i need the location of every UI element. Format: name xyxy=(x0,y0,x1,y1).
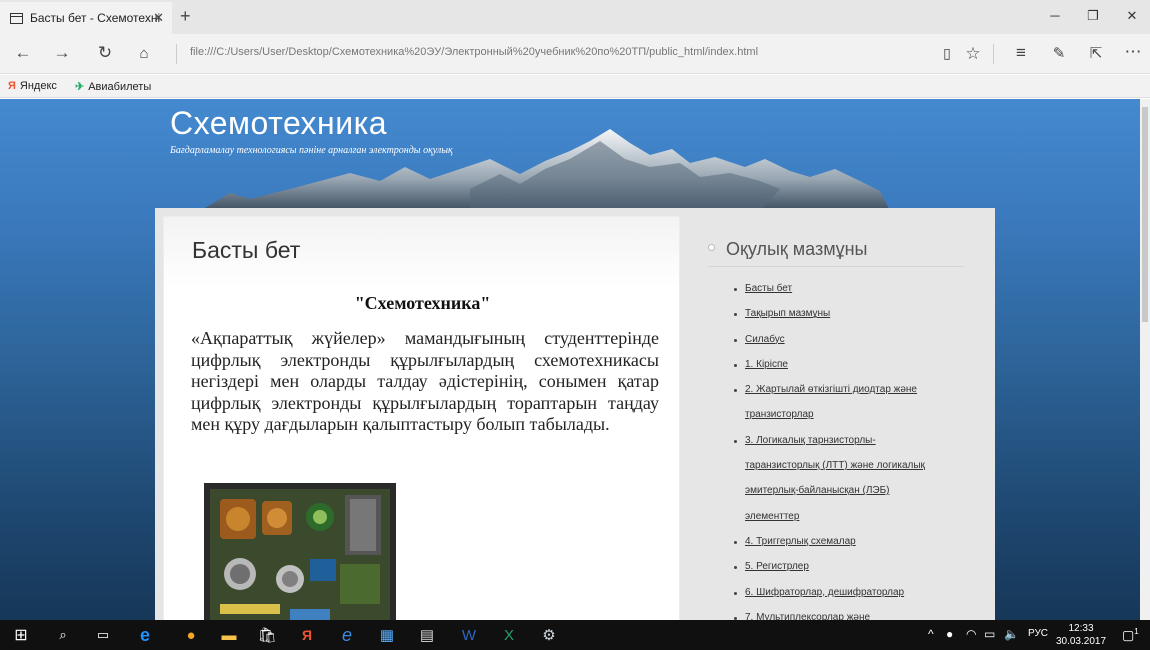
tab-bar: Басты бет - Схемотехні ✕ + ─ ❐ ✕ xyxy=(0,0,1150,34)
main-content: Басты бет "Схемотехника" «Ақпараттық жүй… xyxy=(163,216,680,620)
favorite-star-icon[interactable]: ☆ xyxy=(962,44,984,64)
circuit-board-image xyxy=(204,483,396,620)
toc-link[interactable]: 4. Триггерлық схемалар xyxy=(745,536,856,547)
toc-item[interactable]: 3. Логикалық тарнзисторлы-таранзисторлық… xyxy=(732,428,964,529)
site-subtitle: Бағдарламалау технологиясы пәніне арналғ… xyxy=(170,145,453,156)
clock-time: 12:33 xyxy=(1068,623,1094,634)
store-icon[interactable]: 🛍 xyxy=(256,625,278,645)
toc-link[interactable]: эмитерлық-байланысқан (ЛЭБ) xyxy=(745,485,890,496)
intro-paragraph: «Ақпараттық жүйелер» мамандығының студен… xyxy=(191,328,659,434)
tray-app-icon[interactable]: ● xyxy=(946,627,953,641)
paint-icon[interactable]: ▦ xyxy=(376,625,398,645)
yandex-browser-icon[interactable]: Я xyxy=(296,625,318,645)
browser-window: Басты бет - Схемотехні ✕ + ─ ❐ ✕ ← → ↻ ⌂… xyxy=(0,0,1150,650)
reading-view-icon[interactable]: ▯ xyxy=(936,45,958,62)
notifications-icon[interactable]: ▢1 xyxy=(1122,627,1139,643)
favorite-avia[interactable]: ✈ Авиабилеты xyxy=(75,80,152,94)
wifi-icon[interactable]: ◠ xyxy=(966,627,976,641)
clock[interactable]: 12:33 30.03.2017 xyxy=(1055,620,1107,650)
sidebar-title: Оқулық мазмұны xyxy=(726,239,868,259)
toc-link[interactable]: транзисторлар xyxy=(745,409,814,420)
toc-item[interactable]: 6. Шифраторлар, дешифраторлар xyxy=(732,580,964,605)
toc-link[interactable]: 2. Жартылай өткізгішті диодтар және xyxy=(745,384,917,395)
tab-close-icon[interactable]: ✕ xyxy=(153,10,164,26)
toc-item[interactable]: 5. Регистрлер xyxy=(732,554,964,579)
document-heading: "Схемотехника" xyxy=(354,293,491,313)
restore-icon[interactable]: ❐ xyxy=(1083,8,1103,24)
toc-link[interactable]: 7. Мультиплексорлар және xyxy=(745,612,870,620)
toc-item[interactable]: 2. Жартылай өткізгішті диодтар және транз… xyxy=(732,377,964,428)
toc-item[interactable]: 4. Триггерлық схемалар xyxy=(732,529,964,554)
favorite-label: Яндекс xyxy=(19,80,57,92)
task-view-icon[interactable]: ▭ xyxy=(92,625,114,645)
page-viewport: Схемотехника Бағдарламалау технологиясы … xyxy=(0,99,1140,620)
toc-link[interactable]: 6. Шифраторлар, дешифраторлар xyxy=(745,587,904,598)
notification-count: 1 xyxy=(1134,627,1139,636)
tab-active[interactable]: Басты бет - Схемотехні ✕ xyxy=(0,2,172,34)
web-note-icon[interactable]: ✎ xyxy=(1048,44,1070,62)
tab-title: Басты бет - Схемотехні xyxy=(30,11,161,25)
file-explorer-icon[interactable]: ▬ xyxy=(218,625,240,645)
hub-icon[interactable]: ≡ xyxy=(1010,43,1032,63)
yandex-icon: Я xyxy=(8,80,16,92)
tab-page-icon xyxy=(10,12,23,24)
site-title[interactable]: Схемотехника xyxy=(170,105,387,142)
edge-icon[interactable]: e xyxy=(134,625,156,645)
toc-link[interactable]: Басты бет xyxy=(745,283,792,294)
chrome-icon[interactable]: ● xyxy=(180,625,202,645)
separator xyxy=(993,44,994,64)
scrollbar-thumb[interactable] xyxy=(1142,107,1148,322)
toc-link[interactable]: Силабус xyxy=(745,334,785,345)
toc-link[interactable]: Тақырып мазмұны xyxy=(745,308,830,319)
bullet-icon xyxy=(708,244,715,251)
search-icon[interactable]: ⌕ xyxy=(52,625,74,645)
refresh-icon[interactable]: ↻ xyxy=(94,43,116,63)
volume-icon[interactable]: 🔈 xyxy=(1004,627,1019,641)
page-title: Басты бет xyxy=(192,237,301,263)
excel-icon[interactable]: X xyxy=(498,625,520,645)
toc-link[interactable]: элементтер xyxy=(745,511,799,522)
back-icon[interactable]: ← xyxy=(12,43,34,63)
close-window-icon[interactable]: ✕ xyxy=(1122,8,1142,24)
toc-item[interactable]: 7. Мультиплексорлар және xyxy=(732,605,964,620)
battery-icon[interactable]: ▭ xyxy=(984,627,995,641)
airplane-icon: ✈ xyxy=(75,81,85,93)
toc-link[interactable]: 3. Логикалық тарнзисторлы- xyxy=(745,435,876,446)
taskbar: ⊞ ⌕ ▭ e ● ▬ 🛍 Я e ▦ ▤ W X ⚙ ^ ● ◠ ▭ 🔈 РУ… xyxy=(0,620,1150,650)
favorites-bar: Я Яндекс ✈ Авиабилеты xyxy=(0,75,1150,98)
toc-list: Басты бет Тақырып мазмұны Силабус 1. Кір… xyxy=(732,276,964,620)
calculator-icon[interactable]: ▤ xyxy=(416,625,438,645)
favorite-yandex[interactable]: Я Яндекс xyxy=(8,80,57,92)
content-container: Басты бет "Схемотехника" «Ақпараттық жүй… xyxy=(155,208,995,620)
tray-chevron-icon[interactable]: ^ xyxy=(928,627,934,641)
toc-link[interactable]: 1. Кіріспе xyxy=(745,359,788,370)
toc-link[interactable]: таранзисторлық (ЛТТ) және логикалық xyxy=(745,460,925,471)
separator xyxy=(176,44,177,64)
more-icon[interactable]: ⋯ xyxy=(1122,42,1144,62)
clock-date: 30.03.2017 xyxy=(1055,636,1107,647)
home-icon[interactable]: ⌂ xyxy=(133,45,155,62)
toc-item[interactable]: Тақырып мазмұны xyxy=(732,301,964,326)
share-icon[interactable]: ⇱ xyxy=(1085,44,1107,62)
word-icon[interactable]: W xyxy=(458,625,480,645)
forward-icon[interactable]: → xyxy=(51,43,73,63)
minimize-icon[interactable]: ─ xyxy=(1045,8,1065,23)
toc-item[interactable]: Басты бет xyxy=(732,276,964,301)
sidebar-heading: Оқулық мазмұны xyxy=(708,228,964,267)
toc-item[interactable]: Силабус xyxy=(732,327,964,352)
language-indicator[interactable]: РУС xyxy=(1028,628,1048,639)
favorite-label: Авиабилеты xyxy=(88,80,152,93)
address-bar-row: ← → ↻ ⌂ file:///C:/Users/User/Desktop/Сх… xyxy=(0,34,1150,74)
vertical-scrollbar[interactable] xyxy=(1140,99,1150,620)
internet-explorer-icon[interactable]: e xyxy=(336,625,358,645)
url-field[interactable]: file:///C:/Users/User/Desktop/Схемотехни… xyxy=(190,46,758,58)
toc-link[interactable]: 5. Регистрлер xyxy=(745,561,809,572)
toc-item[interactable]: 1. Кіріспе xyxy=(732,352,964,377)
app-icon[interactable]: ⚙ xyxy=(538,625,560,645)
start-windows-icon[interactable]: ⊞ xyxy=(10,625,32,645)
new-tab-button[interactable]: + xyxy=(180,6,191,27)
